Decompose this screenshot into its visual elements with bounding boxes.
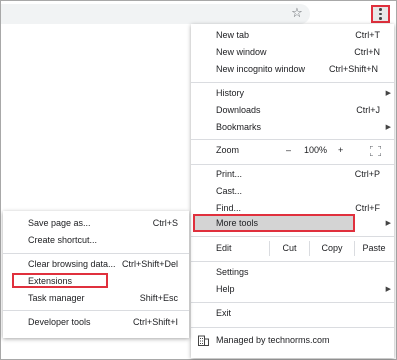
menu-item-new-window[interactable]: New window Ctrl+N: [191, 44, 394, 61]
menu-item-exit[interactable]: Exit: [191, 305, 394, 322]
menu-separator: [191, 82, 394, 83]
star-icon[interactable]: ☆: [290, 6, 304, 20]
submenu-arrow-icon: ▶: [385, 90, 391, 97]
fullscreen-icon[interactable]: [370, 146, 381, 156]
submenu-item-save-page-as[interactable]: Save page as... Ctrl+S: [3, 215, 189, 232]
address-bar[interactable]: [1, 4, 310, 24]
menu-item-zoom: Zoom – 100% +: [191, 142, 394, 159]
zoom-level: 100%: [304, 145, 328, 155]
managed-by-notice[interactable]: Managed by technorms.com: [191, 332, 394, 349]
submenu-item-create-shortcut[interactable]: Create shortcut...: [3, 232, 189, 249]
submenu-item-developer-tools[interactable]: Developer tools Ctrl+Shift+I: [3, 314, 189, 331]
menu-item-downloads[interactable]: Downloads Ctrl+J: [191, 102, 394, 119]
vertical-ellipsis-icon: [379, 8, 382, 11]
chrome-menu-button[interactable]: [371, 5, 390, 23]
menu-item-print[interactable]: Print... Ctrl+P: [191, 166, 394, 183]
copy-button[interactable]: Copy: [313, 240, 351, 257]
zoom-in-button[interactable]: +: [338, 142, 343, 159]
menu-item-bookmarks[interactable]: Bookmarks ▶: [191, 119, 394, 136]
menu-item-cast[interactable]: Cast...: [191, 183, 394, 200]
menu-separator: [191, 327, 394, 328]
cut-button[interactable]: Cut: [273, 240, 306, 257]
menu-item-new-tab[interactable]: New tab Ctrl+T: [191, 27, 394, 44]
chrome-main-menu: New tab Ctrl+T New window Ctrl+N New inc…: [191, 24, 394, 358]
submenu-arrow-icon: ▶: [385, 124, 391, 131]
menu-separator: [3, 253, 189, 254]
paste-button[interactable]: Paste: [357, 240, 391, 257]
menu-item-new-incognito-window[interactable]: New incognito window Ctrl+Shift+N: [191, 61, 394, 78]
menu-separator: [3, 310, 189, 311]
menu-separator: [191, 139, 394, 140]
zoom-out-button[interactable]: –: [286, 142, 291, 159]
menu-separator: [191, 236, 394, 237]
menu-item-more-tools[interactable]: More tools ▶: [191, 215, 394, 232]
submenu-item-task-manager[interactable]: Task manager Shift+Esc: [3, 290, 189, 307]
menu-separator: [191, 261, 394, 262]
menu-separator: [191, 164, 394, 165]
menu-item-edit: Edit Cut Copy Paste: [191, 240, 394, 257]
submenu-item-clear-browsing-data[interactable]: Clear browsing data... Ctrl+Shift+Del: [3, 256, 189, 273]
menu-item-settings[interactable]: Settings: [191, 264, 394, 281]
more-tools-submenu: Save page as... Ctrl+S Create shortcut..…: [3, 211, 189, 338]
browser-toolbar: ☆: [1, 1, 395, 26]
submenu-item-extensions[interactable]: Extensions: [3, 273, 189, 290]
menu-separator: [191, 302, 394, 303]
submenu-arrow-icon: ▶: [385, 286, 391, 293]
submenu-arrow-icon: ▶: [385, 220, 391, 227]
building-icon: [198, 335, 209, 346]
menu-item-help[interactable]: Help ▶: [191, 281, 394, 298]
menu-item-history[interactable]: History ▶: [191, 85, 394, 102]
